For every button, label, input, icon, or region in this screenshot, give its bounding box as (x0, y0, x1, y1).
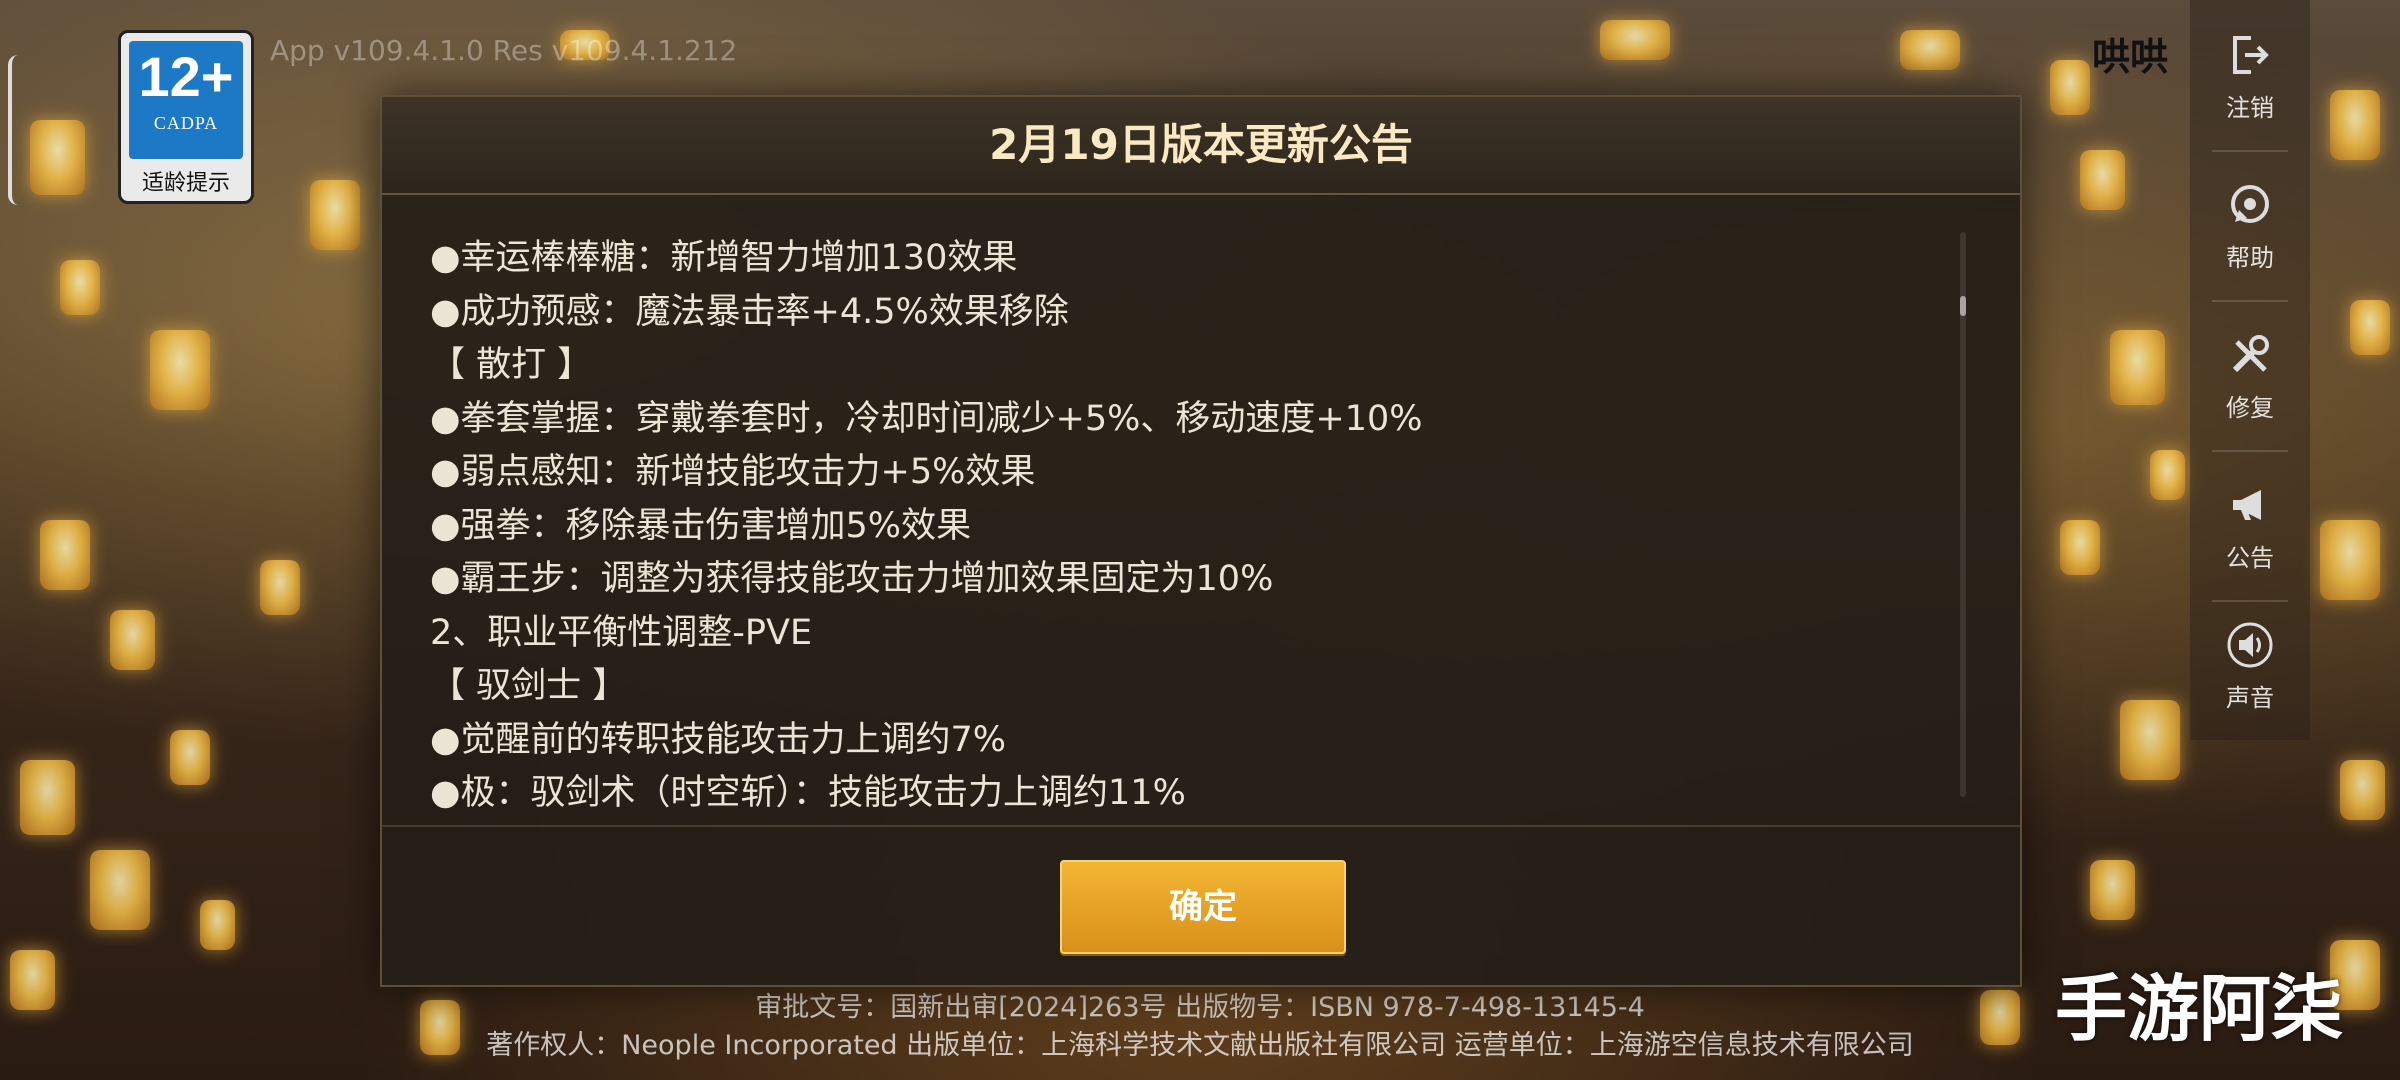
lantern-decoration (2320, 520, 2380, 600)
lantern-decoration (1900, 30, 1960, 70)
side-drawer-handle[interactable] (8, 55, 26, 205)
lantern-decoration (40, 520, 90, 590)
announcement-line: ●拳套掌握：穿戴拳套时，冷却时间减少+5%、移动速度+10% (430, 398, 1423, 439)
speaker-icon (2227, 622, 2273, 668)
announcement-line: ●成功预感：魔法暴击率+4.5%效果移除 (430, 291, 1069, 332)
announcement-line: 【 驭剑士 】 (430, 666, 628, 706)
version-text: App v109.4.1.0 Res v109.4.1.212 (270, 34, 738, 67)
dialog-title: 2月19日版本更新公告 (989, 120, 1413, 169)
age-rating-number: 12+ (138, 45, 234, 108)
announcement-line: 2、职业平衡性调整-PVE (430, 612, 813, 653)
sidebar-item-notice[interactable]: 公告 (2190, 450, 2310, 600)
sidebar-item-label: 修复 (2226, 394, 2274, 422)
sidebar-item-repair[interactable]: 修复 (2190, 300, 2310, 450)
announcement-line: ●觉醒前的转职技能攻击力上调约7% (430, 719, 1007, 760)
lantern-decoration (2150, 450, 2185, 500)
right-sidebar: 注销 帮助 修复 公告 声音 (2190, 0, 2310, 740)
sidebar-item-label: 帮助 (2226, 244, 2274, 272)
announcement-line: ●幸运棒棒糖：新增智力增加130效果 (430, 238, 1018, 278)
age-rating-badge: 12+ CADPA 适龄提示 (118, 30, 254, 204)
lantern-decoration (2050, 60, 2090, 115)
dialog-header: 2月19日版本更新公告 (382, 97, 2020, 195)
lantern-decoration (310, 180, 360, 250)
announcement-line: 【 散打 】 (430, 345, 593, 385)
content-scrollbar[interactable] (1960, 232, 1966, 797)
age-rating-org: CADPA (153, 113, 219, 133)
lantern-decoration (150, 330, 210, 410)
confirm-button[interactable]: 确定 (1060, 860, 1346, 954)
announcement-line: ●强拳：移除暴击伤害增加5%效果 (430, 505, 972, 546)
scrollbar-thumb[interactable] (1960, 296, 1966, 316)
lantern-decoration (60, 260, 100, 315)
age-rating-box: 12+ CADPA (129, 41, 243, 159)
megaphone-icon (2233, 490, 2261, 520)
help-icon (2231, 185, 2269, 223)
lantern-decoration (2080, 150, 2125, 210)
watermark: 手游阿柒 (2055, 967, 2344, 1051)
lantern-decoration (20, 760, 75, 835)
lantern-decoration (2340, 760, 2385, 820)
lantern-decoration (170, 730, 210, 785)
lantern-decoration (2060, 520, 2100, 575)
sidebar-item-label: 声音 (2226, 684, 2274, 712)
logout-icon (2233, 36, 2269, 74)
sidebar-item-help[interactable]: 帮助 (2190, 150, 2310, 300)
announcement-line: ●极：驭剑术（时空斩）：技能攻击力上调约11% (430, 773, 1186, 813)
repair-tools-icon (2232, 335, 2269, 373)
dialog-divider (382, 825, 2020, 827)
announcement-line: ●霸王步：调整为获得技能攻击力增加效果固定为10% (430, 559, 1274, 599)
sidebar-item-logout[interactable]: 注销 (2190, 0, 2310, 150)
username: 哄哄 (2091, 35, 2168, 79)
announcement-content[interactable]: ●幸运棒棒糖：新增智力增加130效果 ●成功预感：魔法暴击率+4.5%效果移除 … (430, 232, 1970, 882)
lantern-decoration (2110, 330, 2165, 405)
lantern-decoration (90, 850, 150, 930)
announcement-line: ●弱点感知：新增技能攻击力+5%效果 (430, 452, 1036, 492)
lantern-decoration (1600, 20, 1670, 60)
sidebar-item-sound[interactable]: 声音 (2190, 590, 2310, 740)
sidebar-item-label: 注销 (2226, 94, 2274, 122)
lantern-decoration (30, 120, 85, 195)
age-rating-caption: 适龄提示 (141, 171, 230, 196)
sidebar-item-label: 公告 (2226, 544, 2274, 572)
lantern-decoration (260, 560, 300, 615)
lantern-decoration (2330, 90, 2380, 160)
lantern-decoration (200, 900, 235, 950)
lantern-decoration (2090, 860, 2135, 920)
lantern-decoration (2350, 300, 2390, 355)
approval-info: 审批文号：国新出审[2024]263号 出版物号：ISBN 978-7-498-… (755, 992, 1645, 1023)
lantern-decoration (110, 610, 155, 670)
lantern-decoration (2120, 700, 2180, 780)
announcement-dialog: 2月19日版本更新公告 ●幸运棒棒糖：新增智力增加130效果 ●成功预感：魔法暴… (380, 95, 2022, 987)
copyright-info: 著作权人：Neople Incorporated 出版单位：上海科学技术文献出版… (486, 1030, 1914, 1061)
